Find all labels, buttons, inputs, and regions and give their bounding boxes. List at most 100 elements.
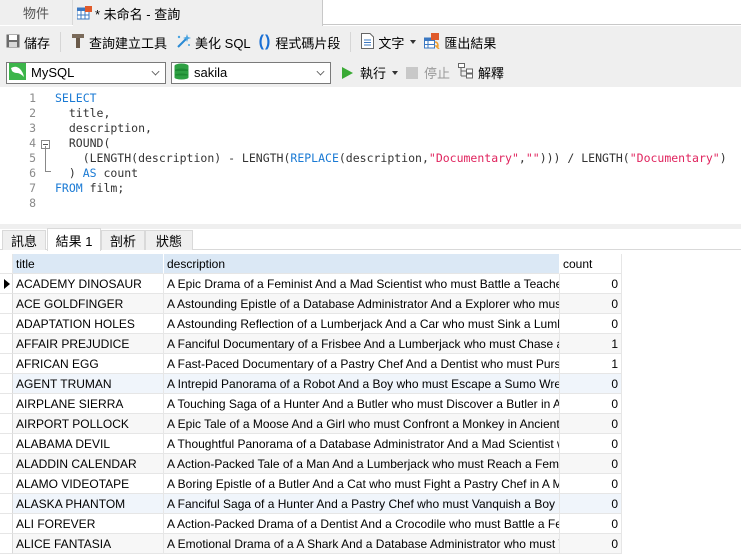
row-indicator[interactable] bbox=[0, 374, 13, 394]
cell-title[interactable]: AGENT TRUMAN bbox=[13, 374, 164, 394]
cell-count[interactable]: 0 bbox=[560, 394, 622, 414]
tab-query[interactable]: * 未命名 - 查詢 bbox=[73, 0, 323, 26]
run-button[interactable]: 執行 bbox=[342, 63, 399, 82]
cell-description[interactable]: A Action-Packed Tale of a Man And a Lumb… bbox=[164, 454, 560, 474]
tab-messages[interactable]: 訊息 bbox=[2, 230, 46, 250]
sql-editor[interactable]: 1 SELECT 2 title, 3 description, 4 ROUND(5 (… bbox=[0, 88, 741, 226]
column-header-title[interactable]: title bbox=[13, 254, 164, 274]
table-row[interactable]: AIRPORT POLLOCK A Epic Tale of a Moose An… bbox=[0, 414, 622, 434]
cell-description[interactable]: A Action-Packed Drama of a Dentist And a… bbox=[164, 514, 560, 534]
row-indicator[interactable] bbox=[0, 294, 13, 314]
editor-line[interactable]: 5 (LENGTH(description) - LENGTH(REPLACE(… bbox=[0, 151, 741, 166]
cell-count[interactable]: 0 bbox=[560, 414, 622, 434]
cell-title[interactable]: AFFAIR PREJUDICE bbox=[13, 334, 164, 354]
editor-line[interactable]: 7 FROM film; bbox=[0, 181, 741, 196]
row-indicator[interactable] bbox=[0, 394, 13, 414]
cell-count[interactable]: 0 bbox=[560, 434, 622, 454]
cell-description[interactable]: A Fanciful Saga of a Hunter And a Pastry… bbox=[164, 494, 560, 514]
row-indicator[interactable] bbox=[0, 354, 13, 374]
cell-count[interactable]: 1 bbox=[560, 354, 622, 374]
row-indicator[interactable] bbox=[0, 274, 13, 294]
cell-description[interactable]: A Astounding Reflection of a Lumberjack … bbox=[164, 314, 560, 334]
row-indicator[interactable] bbox=[0, 534, 13, 554]
save-button[interactable]: 儲存 bbox=[6, 33, 50, 52]
row-indicator[interactable] bbox=[0, 414, 13, 434]
table-row[interactable]: AFFAIR PREJUDICE A Fanciful Documentary o… bbox=[0, 334, 622, 354]
cell-description[interactable]: A Fanciful Documentary of a Frisbee And … bbox=[164, 334, 560, 354]
cell-count[interactable]: 0 bbox=[560, 374, 622, 394]
cell-count[interactable]: 0 bbox=[560, 294, 622, 314]
export-results-button[interactable]: 匯出結果 bbox=[424, 32, 496, 52]
cell-title[interactable]: ADAPTATION HOLES bbox=[13, 314, 164, 334]
editor-line[interactable]: 1 SELECT bbox=[0, 91, 741, 106]
table-row[interactable]: ALAMO VIDEOTAPE A Boring Epistle of a But… bbox=[0, 474, 622, 494]
cell-title[interactable]: ACE GOLDFINGER bbox=[13, 294, 164, 314]
cell-title[interactable]: ALICE FANTASIA bbox=[13, 534, 164, 554]
tab-result-1[interactable]: 結果 1 bbox=[47, 228, 101, 251]
query-builder-button[interactable]: 查詢建立工具 bbox=[71, 33, 167, 52]
table-row[interactable]: ALI FOREVER A Action-Packed Drama of a De… bbox=[0, 514, 622, 534]
cell-count[interactable]: 0 bbox=[560, 494, 622, 514]
column-header-count[interactable]: count bbox=[560, 254, 622, 274]
row-indicator[interactable] bbox=[0, 334, 13, 354]
tab-status[interactable]: 狀態 bbox=[145, 230, 193, 250]
cell-description[interactable]: A Thoughtful Panorama of a Database Admi… bbox=[164, 434, 560, 454]
table-row[interactable]: AGENT TRUMAN A Intrepid Panorama of a Rob… bbox=[0, 374, 622, 394]
table-row[interactable]: ALICE FANTASIA A Emotional Drama of a A S… bbox=[0, 534, 622, 554]
cell-title[interactable]: ACADEMY DINOSAUR bbox=[13, 274, 164, 294]
caret-down-icon[interactable] bbox=[410, 40, 417, 44]
cell-title[interactable]: AIRPLANE SIERRA bbox=[13, 394, 164, 414]
editor-line[interactable]: 2 title, bbox=[0, 106, 741, 121]
table-row[interactable]: ALASKA PHANTOM A Fanciful Saga of a Hunte… bbox=[0, 494, 622, 514]
cell-description[interactable]: A Epic Tale of a Moose And a Girl who mu… bbox=[164, 414, 560, 434]
cell-count[interactable]: 0 bbox=[560, 314, 622, 334]
cell-title[interactable]: ALADDIN CALENDAR bbox=[13, 454, 164, 474]
database-select[interactable]: sakila bbox=[171, 61, 331, 84]
row-indicator[interactable] bbox=[0, 474, 13, 494]
cell-count[interactable]: 0 bbox=[560, 474, 622, 494]
cell-count[interactable]: 0 bbox=[560, 534, 622, 554]
cell-count[interactable]: 1 bbox=[560, 334, 622, 354]
cell-title[interactable]: ALAMO VIDEOTAPE bbox=[13, 474, 164, 494]
cell-title[interactable]: ALABAMA DEVIL bbox=[13, 434, 164, 454]
tab-profile[interactable]: 剖析 bbox=[101, 230, 145, 250]
cell-description[interactable]: A Astounding Epistle of a Database Admin… bbox=[164, 294, 560, 314]
cell-title[interactable]: AIRPORT POLLOCK bbox=[13, 414, 164, 434]
cell-count[interactable]: 0 bbox=[560, 454, 622, 474]
editor-line[interactable]: 8 bbox=[0, 196, 741, 211]
table-row[interactable]: ACE GOLDFINGER A Astounding Epistle of a … bbox=[0, 294, 622, 314]
editor-line[interactable]: 6 ) AS count bbox=[0, 166, 741, 181]
cell-title[interactable]: ALI FOREVER bbox=[13, 514, 164, 534]
row-indicator[interactable] bbox=[0, 314, 13, 334]
row-indicator[interactable] bbox=[0, 454, 13, 474]
row-indicator[interactable] bbox=[0, 514, 13, 534]
table-row[interactable]: ALADDIN CALENDAR A Action-Packed Tale of … bbox=[0, 454, 622, 474]
cell-description[interactable]: A Boring Epistle of a Butler And a Cat w… bbox=[164, 474, 560, 494]
text-mode-button[interactable]: 文字 bbox=[361, 32, 417, 52]
table-row[interactable]: AIRPLANE SIERRA A Touching Saga of a Hunt… bbox=[0, 394, 622, 414]
table-row[interactable]: ACADEMY DINOSAUR A Epic Drama of a Femini… bbox=[0, 274, 622, 294]
explain-button[interactable]: 解釋 bbox=[458, 63, 504, 82]
row-indicator[interactable] bbox=[0, 494, 13, 514]
cell-count[interactable]: 0 bbox=[560, 514, 622, 534]
column-header-description[interactable]: description bbox=[164, 254, 560, 274]
cell-description[interactable]: A Emotional Drama of a A Shark And a Dat… bbox=[164, 534, 560, 554]
cell-title[interactable]: AFRICAN EGG bbox=[13, 354, 164, 374]
table-row[interactable]: ADAPTATION HOLES A Astounding Reflection … bbox=[0, 314, 622, 334]
table-row[interactable]: AFRICAN EGG A Fast-Paced Documentary of a… bbox=[0, 354, 622, 374]
caret-down-icon[interactable] bbox=[392, 70, 399, 75]
beautify-sql-button[interactable]: 美化 SQL bbox=[175, 33, 251, 52]
cell-count[interactable]: 0 bbox=[560, 274, 622, 294]
cell-description[interactable]: A Touching Saga of a Hunter And a Butler… bbox=[164, 394, 560, 414]
row-indicator[interactable] bbox=[0, 434, 13, 454]
cell-description[interactable]: A Intrepid Panorama of a Robot And a Boy… bbox=[164, 374, 560, 394]
cell-title[interactable]: ALASKA PHANTOM bbox=[13, 494, 164, 514]
tab-objects[interactable]: 物件 bbox=[0, 0, 73, 25]
code-snippet-button[interactable]: () 程式碼片段 bbox=[259, 33, 341, 52]
table-row[interactable]: ALABAMA DEVIL A Thoughtful Panorama of a … bbox=[0, 434, 622, 454]
cell-description[interactable]: A Fast-Paced Documentary of a Pastry Che… bbox=[164, 354, 560, 374]
editor-line[interactable]: 3 description, bbox=[0, 121, 741, 136]
cell-description[interactable]: A Epic Drama of a Feminist And a Mad Sci… bbox=[164, 274, 560, 294]
connection-select[interactable]: MySQL bbox=[6, 61, 166, 84]
stop-button[interactable]: 停止 bbox=[406, 63, 450, 82]
